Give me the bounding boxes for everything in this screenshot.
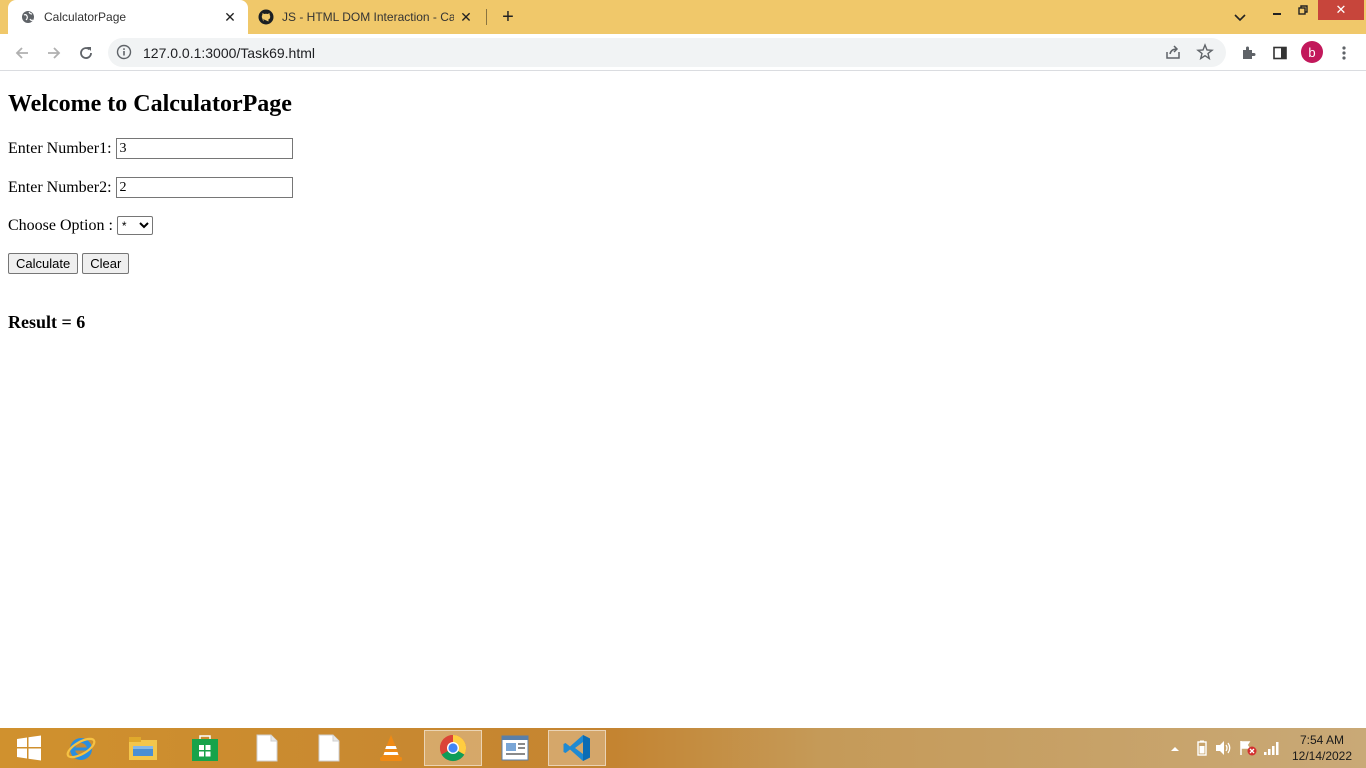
calculate-button[interactable]: Calculate (8, 253, 79, 274)
windows-taskbar: 7:54 AM 12/14/2022 (0, 728, 1366, 768)
url-text: 127.0.0.1:3000/Task69.html (143, 45, 316, 61)
forward-arrow-icon[interactable] (40, 39, 68, 67)
share-icon[interactable] (1164, 43, 1184, 63)
page-content: Welcome to CalculatorPage Enter Number1:… (0, 71, 1366, 728)
number1-row: Enter Number1: (8, 138, 293, 159)
new-tab-button[interactable]: + (496, 5, 520, 29)
network-signal-icon[interactable] (1262, 728, 1282, 768)
internet-explorer-icon[interactable] (52, 730, 110, 766)
minimize-button[interactable] (1266, 0, 1288, 20)
tab-separator (486, 9, 487, 25)
number2-input[interactable] (115, 177, 293, 198)
vscode-icon[interactable] (548, 730, 606, 766)
github-icon (258, 9, 274, 25)
extensions-puzzle-icon[interactable] (1234, 39, 1262, 67)
volume-icon[interactable] (1214, 728, 1234, 768)
tab-calculatorpage[interactable]: CalculatorPage ✕ (8, 0, 248, 34)
notepad-window-icon[interactable] (486, 730, 544, 766)
menu-kebab-icon[interactable] (1330, 39, 1358, 67)
start-icon[interactable] (0, 730, 58, 766)
address-bar[interactable]: 127.0.0.1:3000/Task69.html (108, 38, 1226, 67)
tab-search-chevron-icon[interactable] (1228, 6, 1252, 30)
close-icon[interactable]: ✕ (218, 5, 242, 29)
chrome-icon[interactable] (424, 730, 482, 766)
window-close-button[interactable]: ✕ (1318, 0, 1364, 20)
clear-button[interactable]: Clear (82, 253, 130, 274)
profile-avatar[interactable]: b (1301, 41, 1323, 63)
show-hidden-icons-chevron-icon[interactable] (1168, 728, 1182, 768)
restore-button[interactable] (1292, 0, 1314, 20)
file-explorer-icon[interactable] (114, 730, 172, 766)
result-text: Result = 6 (8, 312, 86, 332)
bookmark-star-icon[interactable] (1196, 43, 1216, 63)
system-clock[interactable]: 7:54 AM 12/14/2022 (1284, 732, 1360, 764)
number2-label: Enter Number2: (8, 178, 112, 196)
number2-row: Enter Number2: (8, 177, 293, 198)
browser-titlebar: CalculatorPage ✕ JS - HTML DOM Interacti… (0, 0, 1366, 34)
button-row: Calculate Clear (8, 253, 133, 274)
number1-input[interactable] (115, 138, 293, 159)
tab-label: JS - HTML DOM Interaction - Cal (282, 10, 454, 24)
tab-label: CalculatorPage (44, 10, 127, 24)
store-icon[interactable] (176, 730, 234, 766)
document-icon[interactable] (300, 730, 358, 766)
document-icon[interactable] (238, 730, 296, 766)
info-icon[interactable] (116, 44, 134, 62)
option-label: Choose Option : (8, 216, 113, 234)
vlc-icon[interactable] (362, 730, 420, 766)
tab-github[interactable]: JS - HTML DOM Interaction - Cal ✕ (248, 0, 484, 34)
operator-select[interactable]: * (116, 216, 153, 235)
back-arrow-icon[interactable] (8, 39, 36, 67)
browser-toolbar: 127.0.0.1:3000/Task69.html (0, 34, 1366, 71)
option-row: Choose Option : * (8, 216, 153, 235)
side-panel-icon[interactable] (1266, 39, 1294, 67)
number1-label: Enter Number1: (8, 139, 112, 157)
clock-date: 12/14/2022 (1291, 749, 1353, 763)
clock-time: 7:54 AM (1299, 733, 1345, 747)
action-center-flag-icon[interactable] (1238, 728, 1258, 768)
reload-icon[interactable] (72, 39, 100, 67)
battery-icon[interactable] (1194, 728, 1210, 768)
globe-icon (20, 9, 36, 25)
page-heading: Welcome to CalculatorPage (8, 91, 292, 117)
close-icon[interactable]: ✕ (454, 5, 478, 29)
